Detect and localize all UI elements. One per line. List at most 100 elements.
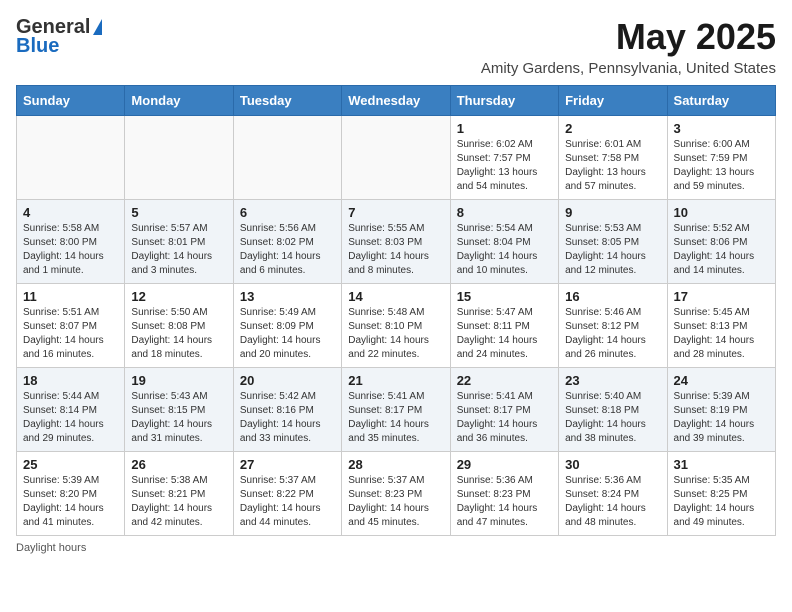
calendar-cell: 9 Sunrise: 5:53 AM Sunset: 8:05 PM Daylig… xyxy=(559,200,667,284)
day-number: 2 xyxy=(565,121,660,136)
calendar-cell: 22 Sunrise: 5:41 AM Sunset: 8:17 PM Dayli… xyxy=(450,368,558,452)
day-number: 6 xyxy=(240,205,335,220)
day-info: Sunrise: 5:39 AM Sunset: 8:19 PM Dayligh… xyxy=(674,390,769,446)
calendar-cell: 14 Sunrise: 5:48 AM Sunset: 8:10 PM Dayli… xyxy=(342,284,450,368)
logo-blue: Blue xyxy=(16,35,59,58)
calendar-header-sunday: Sunday xyxy=(17,86,125,116)
day-number: 24 xyxy=(674,373,769,388)
day-number: 19 xyxy=(131,373,226,388)
day-number: 27 xyxy=(240,457,335,472)
calendar-cell: 12 Sunrise: 5:50 AM Sunset: 8:08 PM Dayli… xyxy=(125,284,233,368)
calendar-header-monday: Monday xyxy=(125,86,233,116)
logo: General Blue xyxy=(16,16,102,58)
month-title: May 2025 xyxy=(481,16,776,58)
calendar-cell: 2Sunrise: 6:01 AM Sunset: 7:58 PM Daylig… xyxy=(559,116,667,200)
day-info: Sunrise: 5:52 AM Sunset: 8:06 PM Dayligh… xyxy=(674,222,769,278)
calendar-cell: 20Sunrise: 5:42 AM Sunset: 8:16 PM Dayli… xyxy=(233,368,341,452)
calendar-cell: 29 Sunrise: 5:36 AM Sunset: 8:23 PM Dayli… xyxy=(450,452,558,536)
day-number: 18 xyxy=(23,373,118,388)
day-number: 11 xyxy=(23,289,118,304)
calendar-header-friday: Friday xyxy=(559,86,667,116)
calendar-cell: 17 Sunrise: 5:45 AM Sunset: 8:13 PM Dayli… xyxy=(667,284,775,368)
calendar-cell: 28 Sunrise: 5:37 AM Sunset: 8:23 PM Dayli… xyxy=(342,452,450,536)
calendar-cell xyxy=(342,116,450,200)
calendar-cell: 15 Sunrise: 5:47 AM Sunset: 8:11 PM Dayli… xyxy=(450,284,558,368)
day-number: 9 xyxy=(565,205,660,220)
calendar-cell: 3Sunrise: 6:00 AM Sunset: 7:59 PM Daylig… xyxy=(667,116,775,200)
day-info: Sunrise: 5:56 AM Sunset: 8:02 PM Dayligh… xyxy=(240,222,335,278)
calendar-cell: 23 Sunrise: 5:40 AM Sunset: 8:18 PM Dayli… xyxy=(559,368,667,452)
day-number: 4 xyxy=(23,205,118,220)
day-info: Sunrise: 5:58 AM Sunset: 8:00 PM Dayligh… xyxy=(23,222,118,278)
footer-note: Daylight hours xyxy=(16,542,776,554)
day-number: 23 xyxy=(565,373,660,388)
day-info: Sunrise: 5:35 AM Sunset: 8:25 PM Dayligh… xyxy=(674,474,769,530)
calendar-cell: 7 Sunrise: 5:55 AM Sunset: 8:03 PM Daylig… xyxy=(342,200,450,284)
day-number: 7 xyxy=(348,205,443,220)
day-info: Sunrise: 5:53 AM Sunset: 8:05 PM Dayligh… xyxy=(565,222,660,278)
title-block: May 2025 Amity Gardens, Pennsylvania, Un… xyxy=(481,16,776,77)
calendar-header-thursday: Thursday xyxy=(450,86,558,116)
page-header: General Blue May 2025 Amity Gardens, Pen… xyxy=(16,16,776,77)
day-number: 21 xyxy=(348,373,443,388)
day-number: 25 xyxy=(23,457,118,472)
calendar-cell: 31 Sunrise: 5:35 AM Sunset: 8:25 PM Dayli… xyxy=(667,452,775,536)
calendar-header-tuesday: Tuesday xyxy=(233,86,341,116)
day-info: Sunrise: 5:57 AM Sunset: 8:01 PM Dayligh… xyxy=(131,222,226,278)
calendar-cell: 5 Sunrise: 5:57 AM Sunset: 8:01 PM Daylig… xyxy=(125,200,233,284)
calendar-cell: 25 Sunrise: 5:39 AM Sunset: 8:20 PM Dayli… xyxy=(17,452,125,536)
day-info: Sunrise: 5:37 AM Sunset: 8:23 PM Dayligh… xyxy=(348,474,443,530)
calendar-cell: 11 Sunrise: 5:51 AM Sunset: 8:07 PM Dayli… xyxy=(17,284,125,368)
calendar-cell: 6 Sunrise: 5:56 AM Sunset: 8:02 PM Daylig… xyxy=(233,200,341,284)
day-info: Sunrise: 5:38 AM Sunset: 8:21 PM Dayligh… xyxy=(131,474,226,530)
calendar-cell: 8Sunrise: 5:54 AM Sunset: 8:04 PM Daylig… xyxy=(450,200,558,284)
calendar-cell: 18 Sunrise: 5:44 AM Sunset: 8:14 PM Dayli… xyxy=(17,368,125,452)
day-info: Sunrise: 5:50 AM Sunset: 8:08 PM Dayligh… xyxy=(131,306,226,362)
calendar-cell: 1 Sunrise: 6:02 AM Sunset: 7:57 PM Daylig… xyxy=(450,116,558,200)
day-info: Sunrise: 5:44 AM Sunset: 8:14 PM Dayligh… xyxy=(23,390,118,446)
calendar-header-wednesday: Wednesday xyxy=(342,86,450,116)
day-number: 5 xyxy=(131,205,226,220)
day-number: 28 xyxy=(348,457,443,472)
day-info: Sunrise: 5:37 AM Sunset: 8:22 PM Dayligh… xyxy=(240,474,335,530)
day-number: 10 xyxy=(674,205,769,220)
calendar-cell: 19 Sunrise: 5:43 AM Sunset: 8:15 PM Dayli… xyxy=(125,368,233,452)
day-number: 16 xyxy=(565,289,660,304)
day-info: Sunrise: 5:46 AM Sunset: 8:12 PM Dayligh… xyxy=(565,306,660,362)
day-info: Sunrise: 5:45 AM Sunset: 8:13 PM Dayligh… xyxy=(674,306,769,362)
day-info: Sunrise: 6:02 AM Sunset: 7:57 PM Dayligh… xyxy=(457,138,552,194)
calendar-header-saturday: Saturday xyxy=(667,86,775,116)
day-info: Sunrise: 5:43 AM Sunset: 8:15 PM Dayligh… xyxy=(131,390,226,446)
day-info: Sunrise: 5:39 AM Sunset: 8:20 PM Dayligh… xyxy=(23,474,118,530)
day-number: 30 xyxy=(565,457,660,472)
day-info: Sunrise: 5:47 AM Sunset: 8:11 PM Dayligh… xyxy=(457,306,552,362)
day-info: Sunrise: 5:55 AM Sunset: 8:03 PM Dayligh… xyxy=(348,222,443,278)
calendar-week-row: 4 Sunrise: 5:58 AM Sunset: 8:00 PM Daylig… xyxy=(17,200,776,284)
calendar-week-row: 11 Sunrise: 5:51 AM Sunset: 8:07 PM Dayli… xyxy=(17,284,776,368)
logo-triangle-icon xyxy=(93,19,102,35)
day-info: Sunrise: 5:48 AM Sunset: 8:10 PM Dayligh… xyxy=(348,306,443,362)
day-info: Sunrise: 5:36 AM Sunset: 8:24 PM Dayligh… xyxy=(565,474,660,530)
calendar-week-row: 1 Sunrise: 6:02 AM Sunset: 7:57 PM Daylig… xyxy=(17,116,776,200)
day-number: 26 xyxy=(131,457,226,472)
day-info: Sunrise: 5:40 AM Sunset: 8:18 PM Dayligh… xyxy=(565,390,660,446)
calendar-cell: 30 Sunrise: 5:36 AM Sunset: 8:24 PM Dayli… xyxy=(559,452,667,536)
calendar-cell: 16 Sunrise: 5:46 AM Sunset: 8:12 PM Dayli… xyxy=(559,284,667,368)
calendar-week-row: 18 Sunrise: 5:44 AM Sunset: 8:14 PM Dayli… xyxy=(17,368,776,452)
day-info: Sunrise: 5:41 AM Sunset: 8:17 PM Dayligh… xyxy=(457,390,552,446)
day-number: 17 xyxy=(674,289,769,304)
day-info: Sunrise: 5:36 AM Sunset: 8:23 PM Dayligh… xyxy=(457,474,552,530)
day-number: 14 xyxy=(348,289,443,304)
day-number: 8 xyxy=(457,205,552,220)
calendar-cell xyxy=(233,116,341,200)
day-number: 12 xyxy=(131,289,226,304)
location-title: Amity Gardens, Pennsylvania, United Stat… xyxy=(481,60,776,77)
day-number: 15 xyxy=(457,289,552,304)
day-number: 13 xyxy=(240,289,335,304)
day-number: 29 xyxy=(457,457,552,472)
day-number: 22 xyxy=(457,373,552,388)
day-number: 1 xyxy=(457,121,552,136)
day-number: 31 xyxy=(674,457,769,472)
calendar-cell: 10 Sunrise: 5:52 AM Sunset: 8:06 PM Dayli… xyxy=(667,200,775,284)
day-info: Sunrise: 5:51 AM Sunset: 8:07 PM Dayligh… xyxy=(23,306,118,362)
